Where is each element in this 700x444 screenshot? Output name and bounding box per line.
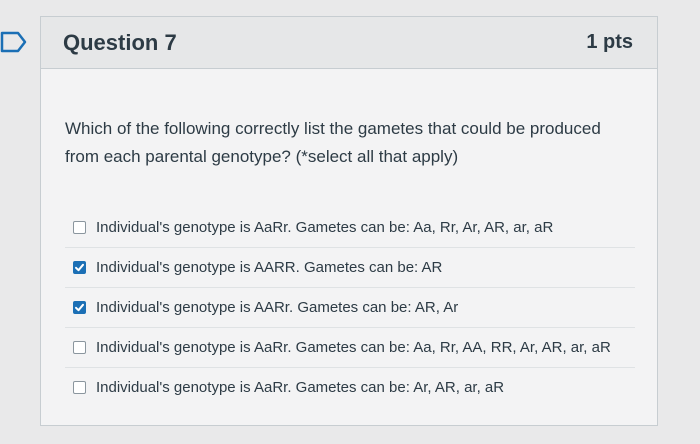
- answer-option[interactable]: Individual's genotype is AARr. Gametes c…: [65, 287, 635, 327]
- checkmark-icon: [75, 303, 84, 312]
- answer-label: Individual's genotype is AaRr. Gametes c…: [96, 339, 611, 356]
- answer-option[interactable]: Individual's genotype is AARR. Gametes c…: [65, 247, 635, 287]
- bookmark-flag-icon[interactable]: [0, 30, 30, 54]
- answer-list: Individual's genotype is AaRr. Gametes c…: [65, 207, 635, 407]
- question-title: Question 7: [63, 29, 177, 55]
- answer-option[interactable]: Individual's genotype is AaRr. Gametes c…: [65, 367, 635, 407]
- checkbox[interactable]: [73, 301, 86, 314]
- checkbox[interactable]: [73, 261, 86, 274]
- checkbox[interactable]: [73, 220, 86, 234]
- answer-label: Individual's genotype is AaRr. Gametes c…: [96, 379, 505, 396]
- question-text: Which of the following correctly list th…: [65, 119, 601, 166]
- question-card: Question 7 1 pts Which of the following …: [40, 16, 658, 426]
- answer-option[interactable]: Individual's genotype is AaRr. Gametes c…: [65, 327, 635, 367]
- checkbox[interactable]: [73, 341, 86, 354]
- checkmark-icon: [75, 263, 84, 272]
- answer-label: Individual's genotype is AARR. Gametes c…: [96, 259, 443, 276]
- checkbox[interactable]: [73, 381, 86, 394]
- answer-label: Individual's genotype is AARr. Gametes c…: [96, 299, 459, 316]
- answer-option[interactable]: Individual's genotype is AaRr. Gametes c…: [65, 207, 635, 247]
- question-header: Question 7 1 pts: [41, 17, 657, 69]
- question-points: 1 pts: [586, 31, 633, 53]
- answer-label: Individual's genotype is AaRr. Gametes c…: [96, 218, 554, 236]
